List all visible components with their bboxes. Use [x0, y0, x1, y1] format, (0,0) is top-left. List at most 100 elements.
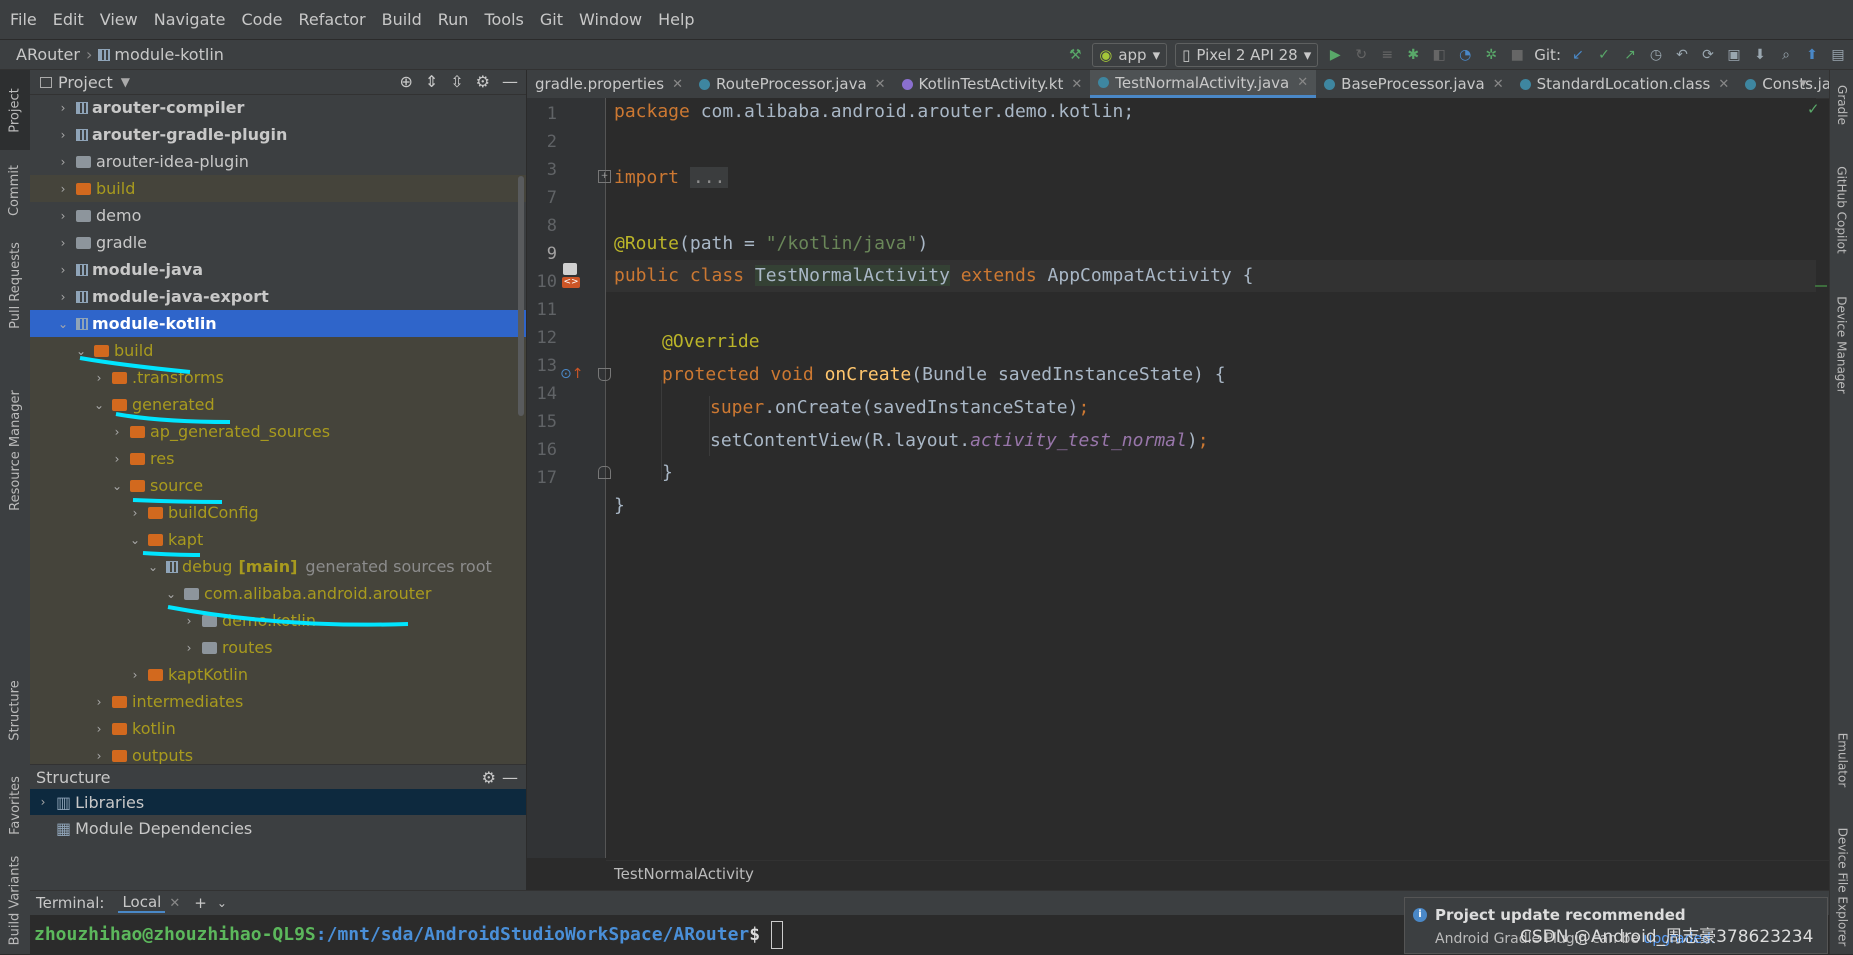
- close-icon[interactable]: ✕: [1493, 77, 1504, 92]
- tree-item[interactable]: › .transforms: [30, 364, 526, 391]
- breadcrumb-project[interactable]: ARouter: [16, 45, 80, 64]
- chevron-down-icon[interactable]: ⌄: [56, 317, 70, 331]
- fold-icon[interactable]: [598, 466, 611, 479]
- chevron-down-icon[interactable]: ⌄: [74, 344, 88, 358]
- menu-item-edit[interactable]: Edit: [53, 10, 84, 29]
- editor-tab[interactable]: gradle.properties ✕: [527, 70, 691, 98]
- tool-window-gradle[interactable]: Gradle: [1830, 70, 1853, 140]
- chevron-down-icon[interactable]: ⌄: [146, 560, 160, 574]
- menu-item-run[interactable]: Run: [438, 10, 469, 29]
- chevron-right-icon[interactable]: ›: [56, 182, 70, 196]
- hammer-icon[interactable]: ⚒: [1066, 46, 1084, 64]
- tool-window-device-file-explorer[interactable]: Device File Explorer: [1830, 820, 1853, 954]
- expand-all-icon[interactable]: ⇕: [425, 72, 438, 91]
- tree-item[interactable]: ⌄ kapt: [30, 526, 526, 553]
- tree-scrollbar[interactable]: [518, 176, 524, 416]
- menu-item-tools[interactable]: Tools: [484, 10, 523, 29]
- chevron-right-icon[interactable]: ›: [92, 371, 106, 385]
- git-push-icon[interactable]: ↗: [1621, 46, 1639, 64]
- terminal-prompt[interactable]: zhouzhihao@zhouzhihao-QL9S:/mnt/sda/Andr…: [34, 921, 783, 949]
- route-marker-icon[interactable]: <>: [562, 277, 580, 288]
- override-icon[interactable]: ⊙↑: [560, 366, 583, 382]
- tabs-more-icon[interactable]: ▾: [1800, 76, 1807, 91]
- collapse-all-icon[interactable]: ⇳: [450, 72, 463, 91]
- device-select[interactable]: ▯ Pixel 2 API 28 ▾: [1175, 43, 1319, 67]
- inspection-ok-icon[interactable]: ✓: [1807, 100, 1820, 118]
- menu-item-git[interactable]: Git: [540, 10, 563, 29]
- tab-local[interactable]: Local: [118, 893, 166, 913]
- chevron-right-icon[interactable]: ›: [56, 236, 70, 250]
- update-icon[interactable]: ⬆: [1803, 46, 1821, 64]
- gradle-sync-icon[interactable]: ⟳: [1699, 46, 1717, 64]
- device-manager-icon[interactable]: ▣: [1725, 46, 1743, 64]
- run-icon[interactable]: ▶: [1326, 46, 1344, 64]
- tree-item[interactable]: › ap_generated_sources: [30, 418, 526, 445]
- sdk-manager-icon[interactable]: ⬇: [1751, 46, 1769, 64]
- editor-tab[interactable]: BaseProcessor.java ✕: [1316, 70, 1512, 98]
- editor-tab[interactable]: StandardLocation.class ✕: [1512, 70, 1738, 98]
- close-icon[interactable]: ✕: [169, 896, 180, 911]
- locate-icon[interactable]: ⊕: [399, 72, 412, 91]
- chevron-right-icon[interactable]: ›: [92, 695, 106, 709]
- tool-window-build-variants[interactable]: Build Variants: [0, 850, 30, 950]
- structure-item-libraries[interactable]: › ▥ Libraries: [30, 789, 526, 815]
- tree-item[interactable]: ⌄ build: [30, 337, 526, 364]
- chevron-right-icon[interactable]: ›: [110, 425, 124, 439]
- chevron-right-icon[interactable]: ›: [182, 641, 196, 655]
- tree-item[interactable]: › module-java: [30, 256, 526, 283]
- gear-icon[interactable]: ⚙: [482, 768, 496, 787]
- chevron-right-icon[interactable]: ›: [36, 795, 50, 809]
- menu-item-file[interactable]: File: [10, 10, 37, 29]
- tree-item[interactable]: › gradle: [30, 229, 526, 256]
- editor-tab[interactable]: Consts.java✕: [1737, 70, 1829, 98]
- menu-item-view[interactable]: View: [100, 10, 138, 29]
- chevron-right-icon[interactable]: ›: [56, 101, 70, 115]
- tree-item[interactable]: ⌄ com.alibaba.android.arouter: [30, 580, 526, 607]
- stop-icon[interactable]: ■: [1508, 46, 1526, 64]
- tree-item[interactable]: ⌄ source: [30, 472, 526, 499]
- chevron-right-icon[interactable]: ›: [128, 506, 142, 520]
- tree-item[interactable]: › arouter-idea-plugin: [30, 148, 526, 175]
- tool-window-project[interactable]: Project: [0, 70, 30, 150]
- tool-window-structure[interactable]: Structure: [0, 660, 30, 760]
- tree-item[interactable]: › module-java-export: [30, 283, 526, 310]
- minimize-icon[interactable]: —: [502, 768, 518, 787]
- menu-item-window[interactable]: Window: [579, 10, 642, 29]
- tree-item[interactable]: › demo: [30, 202, 526, 229]
- chevron-down-icon[interactable]: ⌄: [110, 479, 124, 493]
- search-icon[interactable]: ⌕: [1777, 46, 1795, 64]
- code-editor[interactable]: [606, 98, 1816, 858]
- tree-item[interactable]: ⌄ debug [main] generated sources root: [30, 553, 526, 580]
- editor-breadcrumb[interactable]: TestNormalActivity: [606, 860, 1836, 887]
- git-update-icon[interactable]: ↙: [1569, 46, 1587, 64]
- run-config-select[interactable]: ◉ app ▾: [1092, 43, 1168, 67]
- new-tab-icon[interactable]: +: [194, 894, 207, 912]
- tree-item[interactable]: › intermediates: [30, 688, 526, 715]
- tool-window-resource-manager[interactable]: Resource Manager: [0, 370, 30, 530]
- rerun-icon[interactable]: ↻: [1352, 46, 1370, 64]
- git-commit-icon[interactable]: ✓: [1595, 46, 1613, 64]
- chevron-right-icon[interactable]: ›: [56, 290, 70, 304]
- implemented-icon[interactable]: [563, 263, 577, 275]
- profiler-icon[interactable]: ◔: [1456, 46, 1474, 64]
- tree-item[interactable]: › kotlin: [30, 715, 526, 742]
- tool-window-emulator[interactable]: Emulator: [1830, 710, 1853, 810]
- tree-item[interactable]: ⌄ module-kotlin: [30, 310, 526, 337]
- fold-icon[interactable]: [598, 368, 611, 381]
- chevron-down-icon[interactable]: ▼: [121, 75, 130, 89]
- tree-item[interactable]: › kaptKotlin: [30, 661, 526, 688]
- close-icon[interactable]: ✕: [875, 77, 886, 92]
- menu-item-code[interactable]: Code: [242, 10, 283, 29]
- settings-icon[interactable]: ▤: [1829, 46, 1847, 64]
- tool-window-device-manager[interactable]: Device Manager: [1830, 280, 1853, 410]
- debug-icon[interactable]: ✱: [1404, 46, 1422, 64]
- close-icon[interactable]: ✕: [1071, 77, 1082, 92]
- chevron-right-icon[interactable]: ›: [56, 263, 70, 277]
- apply-changes-icon[interactable]: ≡: [1378, 46, 1396, 64]
- close-icon[interactable]: ✕: [672, 77, 683, 92]
- chevron-right-icon[interactable]: ›: [56, 209, 70, 223]
- chevron-right-icon[interactable]: ›: [92, 722, 106, 736]
- tree-item[interactable]: › routes: [30, 634, 526, 661]
- close-icon[interactable]: ✕: [1297, 75, 1308, 90]
- editor-tab[interactable]: RouteProcessor.java ✕: [691, 70, 894, 98]
